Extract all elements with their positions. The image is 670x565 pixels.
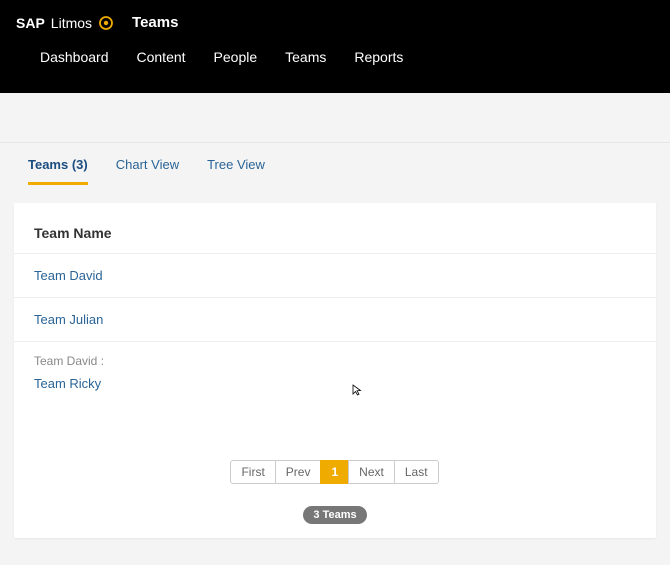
page-first-button[interactable]: First (230, 460, 275, 484)
brand-primary: SAP (16, 15, 45, 31)
teams-card: Team Name Team David Team Julian Team Da… (14, 203, 656, 538)
nav-content[interactable]: Content (137, 49, 186, 65)
nav-dashboard[interactable]: Dashboard (40, 49, 109, 65)
page-title: Teams (132, 14, 178, 31)
litmos-logo-icon (98, 15, 114, 31)
team-link[interactable]: Team Ricky (34, 376, 101, 391)
table-row: Team Ricky (14, 372, 656, 405)
brand: SAP Litmos (16, 15, 114, 31)
table-row: Team Julian (14, 297, 656, 341)
total-teams-badge: 3 Teams (303, 506, 366, 524)
page-prev-button[interactable]: Prev (275, 460, 322, 484)
summary-badge-wrap: 3 Teams (14, 506, 656, 524)
sub-header-spacer (0, 93, 670, 143)
header-top: SAP Litmos Teams (0, 0, 670, 37)
team-link[interactable]: Team Julian (34, 312, 103, 327)
view-tabs: Teams (3) Chart View Tree View (0, 143, 670, 185)
main-nav: Dashboard Content People Teams Reports (0, 37, 670, 79)
nav-people[interactable]: People (214, 49, 258, 65)
nav-reports[interactable]: Reports (354, 49, 403, 65)
tab-tree-view[interactable]: Tree View (207, 157, 265, 185)
column-header-team-name[interactable]: Team Name (14, 225, 656, 253)
table-row-parent-label: Team David : (14, 341, 656, 372)
page-last-button[interactable]: Last (394, 460, 439, 484)
app-header: SAP Litmos Teams Dashboard Content Peopl… (0, 0, 670, 93)
pagination: First Prev 1 Next Last (14, 460, 656, 484)
tab-teams[interactable]: Teams (3) (28, 157, 88, 185)
tab-chart-view[interactable]: Chart View (116, 157, 179, 185)
team-link[interactable]: Team David (34, 268, 103, 283)
page-next-button[interactable]: Next (348, 460, 395, 484)
nav-teams[interactable]: Teams (285, 49, 326, 65)
page-number-button[interactable]: 1 (320, 460, 349, 484)
brand-secondary: Litmos (51, 15, 92, 31)
table-row: Team David (14, 253, 656, 297)
